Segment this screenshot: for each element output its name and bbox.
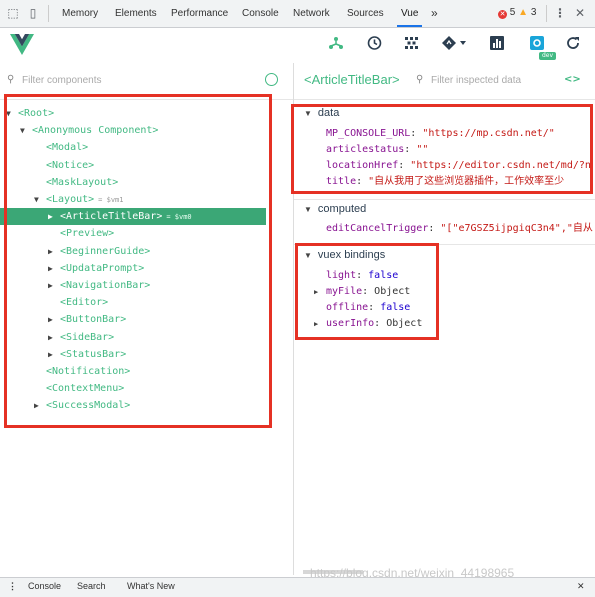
more-tabs-icon[interactable]: » <box>431 0 438 27</box>
tab-sources[interactable]: Sources <box>347 0 384 27</box>
warning-count: 3 <box>530 7 537 18</box>
dev-badge: dev <box>539 52 557 60</box>
search-icon: ⚲ <box>416 74 424 85</box>
refresh-icon[interactable] <box>563 35 583 55</box>
error-warning-counter[interactable]: ✕ 5 ▲ 3 <box>498 7 536 19</box>
warning-icon: ▲ <box>518 7 529 18</box>
annotation-box-tree <box>4 94 272 428</box>
drawer-tab-console[interactable]: Console <box>28 581 61 591</box>
vue-toolbar: dev <box>0 28 595 62</box>
tab-elements[interactable]: Elements <box>115 0 157 27</box>
annotation-box-vuex <box>295 243 439 340</box>
filter-inspected-data-input[interactable]: Filter inspected data <box>431 75 521 86</box>
vue-logo-icon <box>10 34 34 55</box>
close-icon[interactable]: ✕ <box>573 6 587 20</box>
routing-icon[interactable] <box>440 35 470 55</box>
computed-section-header[interactable]: ▼ computed <box>304 203 366 215</box>
tab-performance[interactable]: Performance <box>171 0 228 27</box>
error-icon: ✕ <box>498 10 507 19</box>
drawer-menu-icon[interactable]: ⋮ <box>8 581 17 592</box>
select-component-in-page-icon[interactable] <box>265 73 278 86</box>
history-icon[interactable] <box>364 35 384 55</box>
search-icon: ⚲ <box>7 74 15 85</box>
computed-row: editCancelTrigger: "["e7GSZ5ijpgiqC3n4",… <box>326 223 593 234</box>
inspector-header: <ArticleTitleBar> ⚲ Filter inspected dat… <box>294 63 595 100</box>
components-icon[interactable] <box>326 35 346 55</box>
error-count: 5 <box>509 7 516 18</box>
section-divider <box>294 199 595 200</box>
divider <box>546 5 547 22</box>
kebab-menu-icon[interactable]: ⋮ <box>553 6 567 20</box>
inspected-component-title: <ArticleTitleBar> <box>304 72 400 87</box>
devtools-tab-bar: ⬚ ▯ Memory Elements Performance Console … <box>0 0 595 28</box>
drawer-tab-whats-new[interactable]: What's New <box>127 581 175 591</box>
tab-vue[interactable]: Vue <box>397 0 423 27</box>
performance-icon[interactable] <box>487 35 507 55</box>
inspect-element-icon[interactable]: ⬚ <box>6 6 20 20</box>
drawer-tab-search[interactable]: Search <box>77 581 106 591</box>
device-toolbar-icon[interactable]: ▯ <box>26 6 40 20</box>
tab-memory[interactable]: Memory <box>62 0 98 27</box>
close-drawer-icon[interactable]: ✕ <box>577 581 585 592</box>
code-icon[interactable]: <> <box>564 74 581 85</box>
vuex-icon[interactable] <box>401 35 421 55</box>
drawer-tab-bar: ⋮ Console Search What's New ✕ <box>0 577 595 597</box>
annotation-box-data <box>291 104 593 194</box>
tab-console[interactable]: Console <box>242 0 279 27</box>
filter-components-input[interactable]: Filter components <box>22 75 101 86</box>
tab-network[interactable]: Network <box>293 0 330 27</box>
divider <box>48 5 49 22</box>
